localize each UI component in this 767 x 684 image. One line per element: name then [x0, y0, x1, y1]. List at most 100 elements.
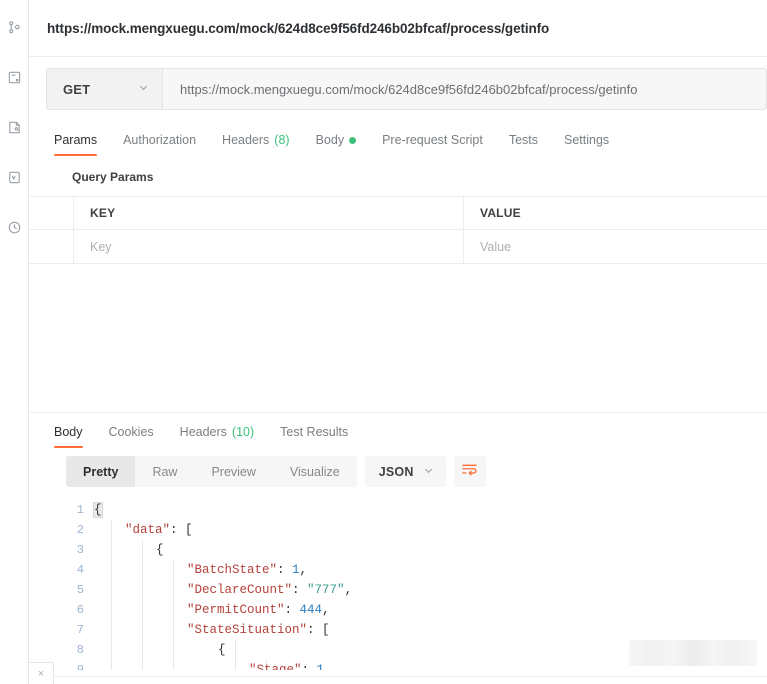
tab-headers-count: (8)	[274, 133, 290, 147]
response-tab-body-label: Body	[54, 425, 83, 439]
tab-body-label: Body	[315, 133, 345, 147]
line-number: 6	[76, 603, 84, 617]
column-header-value: VALUE	[464, 197, 767, 229]
tab-params[interactable]: Params	[41, 133, 110, 156]
line-number: 2	[76, 523, 84, 537]
tab-settings-label: Settings	[564, 133, 610, 147]
code-line: 5 "DeclareCount": "777",	[66, 580, 767, 600]
format-selector-label: JSON	[378, 464, 414, 479]
tab-params-label: Params	[54, 133, 98, 147]
code-text: "BatchState": 1,	[187, 563, 308, 577]
chevron-down-icon	[138, 80, 149, 98]
code-text: "data": [	[125, 523, 193, 537]
tab-tests-label: Tests	[508, 133, 538, 147]
method-label: GET	[63, 81, 91, 97]
line-number: 5	[76, 583, 84, 597]
table-row[interactable]: Key Value	[29, 230, 767, 264]
line-number: 8	[76, 643, 84, 657]
response-tab-test-results-label: Test Results	[280, 425, 349, 439]
word-wrap-button[interactable]	[453, 456, 486, 487]
key-input-cell[interactable]: Key	[74, 230, 464, 263]
request-pane: https://mock.mengxuegu.com/mock/624d8ce9…	[29, 0, 767, 684]
code-line: 1{	[66, 500, 767, 520]
response-divider	[29, 412, 767, 413]
response-tab-test-results[interactable]: Test Results	[267, 425, 361, 448]
method-selector[interactable]: GET	[46, 68, 162, 110]
chevron-down-icon	[423, 463, 434, 481]
column-header-key: KEY	[74, 197, 464, 229]
url-bar: GET https://mock.mengxuegu.com/mock/624d…	[46, 68, 767, 110]
tab-pre-request-script[interactable]: Pre-request Script	[369, 133, 496, 156]
query-params-label: Query Params	[72, 170, 154, 184]
code-text: {	[93, 502, 103, 518]
word-wrap-icon	[461, 462, 478, 482]
line-number: 7	[76, 623, 84, 637]
code-line: 7 "StateSituation": [	[66, 620, 767, 640]
tab-body[interactable]: Body	[303, 133, 370, 156]
code-text: "DeclareCount": "777",	[187, 583, 353, 597]
response-tabs: Body Cookies Headers (10) Test Results	[41, 418, 361, 448]
mock-servers-icon[interactable]	[1, 164, 27, 190]
bottom-strip	[29, 676, 767, 684]
request-tabs: Params Authorization Headers (8) Body Pr…	[41, 124, 767, 156]
response-tab-cookies[interactable]: Cookies	[96, 425, 167, 448]
tab-settings[interactable]: Settings	[551, 133, 622, 156]
column-header-value-label: VALUE	[480, 206, 521, 220]
apis-icon[interactable]	[1, 114, 27, 140]
response-tab-body[interactable]: Body	[41, 425, 96, 448]
line-number: 4	[76, 563, 84, 577]
left-icon-rail	[0, 0, 29, 684]
url-text: https://mock.mengxuegu.com/mock/624d8ce9…	[180, 81, 638, 97]
close-button[interactable]: ×	[28, 662, 54, 684]
view-mode-preview[interactable]: Preview	[194, 456, 272, 487]
code-line: 3{	[66, 540, 767, 560]
tab-tests[interactable]: Tests	[496, 133, 551, 156]
request-title: https://mock.mengxuegu.com/mock/624d8ce9…	[47, 20, 550, 36]
line-number: 9	[76, 663, 84, 670]
code-line: 2 "data": [	[66, 520, 767, 540]
response-tab-headers-label: Headers	[179, 425, 227, 439]
line-number: 3	[76, 543, 84, 557]
format-selector[interactable]: JSON	[364, 456, 446, 487]
code-text: {	[156, 543, 164, 557]
collections-icon[interactable]	[1, 14, 27, 40]
tab-headers-label: Headers	[222, 133, 270, 147]
code-text: "PermitCount": 444,	[187, 603, 330, 617]
watermark	[629, 640, 757, 666]
view-mode-pretty[interactable]: Pretty	[66, 456, 136, 487]
history-icon[interactable]	[1, 214, 27, 240]
request-title-bar: https://mock.mengxuegu.com/mock/624d8ce9…	[29, 0, 767, 57]
line-number: 1	[76, 503, 84, 517]
view-mode-segmented-control: Pretty Raw Preview Visualize	[66, 456, 357, 487]
response-tab-headers-count: (10)	[231, 425, 255, 439]
view-mode-preview-label: Preview	[211, 464, 256, 479]
view-mode-raw[interactable]: Raw	[135, 456, 194, 487]
query-params-table: KEY VALUE Key Value	[29, 196, 767, 264]
tab-pre-request-script-label: Pre-request Script	[382, 133, 483, 147]
key-input-placeholder: Key	[90, 239, 112, 254]
code-text: "Stage": 1,	[249, 663, 332, 670]
environments-icon[interactable]	[1, 64, 27, 90]
row-checkbox-cell[interactable]	[29, 230, 74, 263]
view-mode-visualize-label: Visualize	[289, 464, 340, 479]
tab-headers[interactable]: Headers (8)	[209, 133, 303, 156]
code-text: "StateSituation": [	[187, 623, 330, 637]
response-tab-cookies-label: Cookies	[108, 425, 154, 439]
code-text: {	[218, 643, 226, 657]
view-mode-pretty-label: Pretty	[83, 464, 119, 479]
value-input-placeholder: Value	[480, 239, 512, 254]
code-line: 4 "BatchState": 1,	[66, 560, 767, 580]
column-header-key-label: KEY	[90, 206, 116, 220]
select-all-cell[interactable]	[29, 197, 74, 229]
code-line: 6 "PermitCount": 444,	[66, 600, 767, 620]
postman-window: https://mock.mengxuegu.com/mock/624d8ce9…	[0, 0, 767, 684]
view-mode-visualize[interactable]: Visualize	[273, 456, 357, 487]
tab-authorization-label: Authorization	[123, 133, 197, 147]
url-input[interactable]: https://mock.mengxuegu.com/mock/624d8ce9…	[162, 68, 767, 110]
value-input-cell[interactable]: Value	[464, 230, 767, 263]
response-format-toolbar: Pretty Raw Preview Visualize JSON	[66, 456, 486, 487]
tab-authorization[interactable]: Authorization	[110, 133, 209, 156]
view-mode-raw-label: Raw	[152, 464, 178, 479]
response-tab-headers[interactable]: Headers (10)	[167, 425, 267, 448]
table-header-row: KEY VALUE	[29, 196, 767, 230]
